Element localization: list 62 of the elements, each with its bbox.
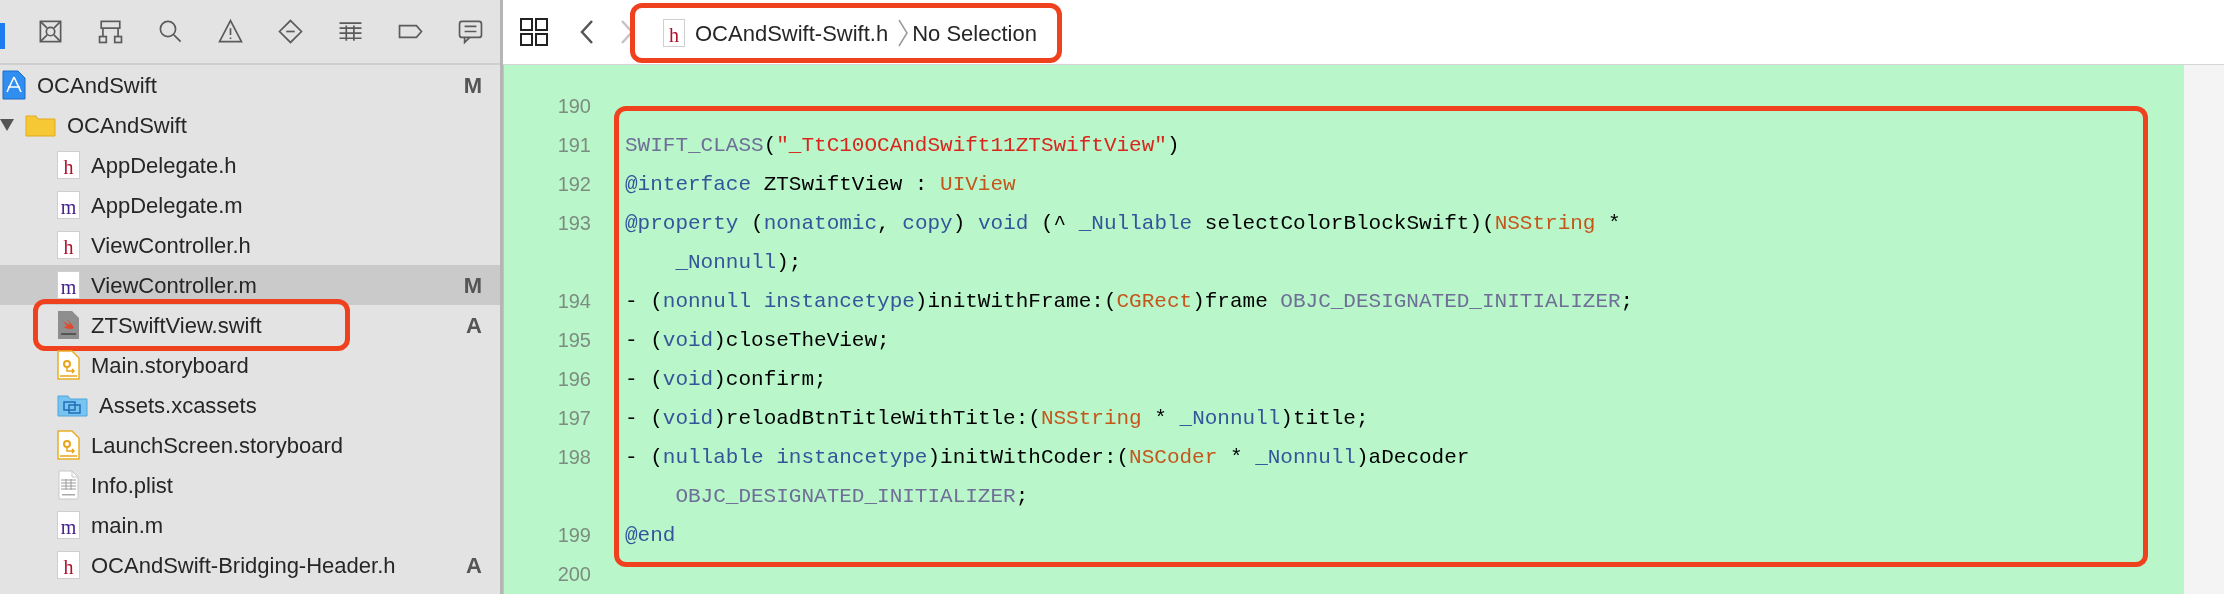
line-number: 190	[556, 94, 591, 119]
status-letter: A	[466, 551, 482, 580]
line-number: 196	[556, 367, 591, 392]
line-number: 200	[556, 562, 591, 587]
file-icon: h	[663, 19, 685, 47]
line-number: 194	[556, 289, 591, 314]
grid-icon[interactable]	[519, 17, 549, 47]
file-name[interactable]: AppDelegate.m	[91, 188, 243, 222]
code-line: SWIFT_CLASS("_TtC10OCAndSwift11ZTSwiftView")	[614, 106, 2148, 165]
back-icon[interactable]	[579, 19, 595, 45]
box-icon[interactable]	[37, 18, 64, 45]
code-line: - (nonnull instancetype)initWithFrame:(CGRect)frame OBJC_DESIGNATED_INITIALIZER;	[614, 282, 2148, 321]
status-letter: M	[463, 271, 482, 300]
file-name[interactable]: OCAndSwift	[67, 108, 187, 142]
file-name[interactable]: OCAndSwift	[37, 68, 157, 102]
hierarchy-icon[interactable]	[97, 18, 124, 45]
file-name[interactable]: AppDelegate.h	[91, 148, 237, 182]
file-name[interactable]: ViewController.h	[91, 228, 251, 262]
diamond-icon[interactable]	[277, 18, 304, 45]
file-name[interactable]: ViewController.m	[91, 268, 257, 302]
code-line: @interface ZTSwiftView : UIView	[614, 165, 2148, 204]
warning-icon[interactable]	[217, 18, 244, 45]
file-name[interactable]: main.m	[91, 508, 164, 542]
file-icon: m	[57, 191, 80, 219]
code-line: - (void)reloadBtnTitleWithTitle:(NSString * _Nonnull)title;	[614, 399, 2148, 438]
folder-icon	[25, 113, 56, 137]
code-line: - (nullable instancetype)initWithCoder:(NSCoder * _Nonnull)aDecoder OBJC_DESIGNATED_INITIALIZER;	[614, 438, 2148, 516]
line-number: 195	[556, 328, 591, 353]
file-name[interactable]: ZTSwiftView.swift	[91, 308, 262, 342]
line-number: 198	[556, 445, 591, 470]
code-line: - (void)confirm;	[614, 360, 2148, 399]
app-project-icon	[2, 70, 26, 100]
swift-file-icon	[57, 310, 80, 340]
breadcrumb-item[interactable]: OCAndSwift-Swift.h	[695, 16, 889, 50]
line-number: 197	[556, 406, 591, 431]
file-name[interactable]: OCAndSwift-Bridging-Header.h	[91, 548, 396, 582]
code-line: @property (nonatomic, copy) void (^ _Nullable selectColorBlockSwift)(NSString * _Nonnull);	[614, 204, 2148, 282]
storyboard-file-icon	[57, 430, 80, 460]
line-number: 192	[556, 172, 591, 197]
chevron-icon	[898, 19, 909, 47]
status-letter: A	[466, 311, 482, 340]
search-icon[interactable]	[157, 18, 184, 45]
code-line: @end	[614, 516, 2148, 567]
line-number: 193	[556, 211, 591, 236]
file-name[interactable]: LaunchScreen.storyboard	[91, 428, 343, 462]
disclosure-triangle-icon[interactable]	[0, 119, 14, 131]
message-icon[interactable]	[457, 18, 484, 45]
status-letter: M	[463, 71, 482, 100]
file-icon: h	[57, 551, 80, 579]
file-icon: h	[57, 231, 80, 259]
code-line: - (void)closeTheView;	[614, 321, 2148, 360]
line-number: 199	[556, 523, 591, 548]
plist-file-icon	[57, 470, 80, 500]
file-name[interactable]: Info.plist	[91, 468, 173, 502]
breadcrumb-item[interactable]: No Selection	[912, 16, 1037, 50]
storyboard-file-icon	[57, 350, 80, 380]
assets-folder-icon	[57, 393, 88, 417]
file-name[interactable]: Assets.xcassets	[99, 388, 257, 422]
file-icon: h	[57, 151, 80, 179]
file-name[interactable]: Main.storyboard	[91, 348, 249, 382]
file-icon: m	[57, 271, 80, 299]
file-icon: m	[57, 511, 80, 539]
